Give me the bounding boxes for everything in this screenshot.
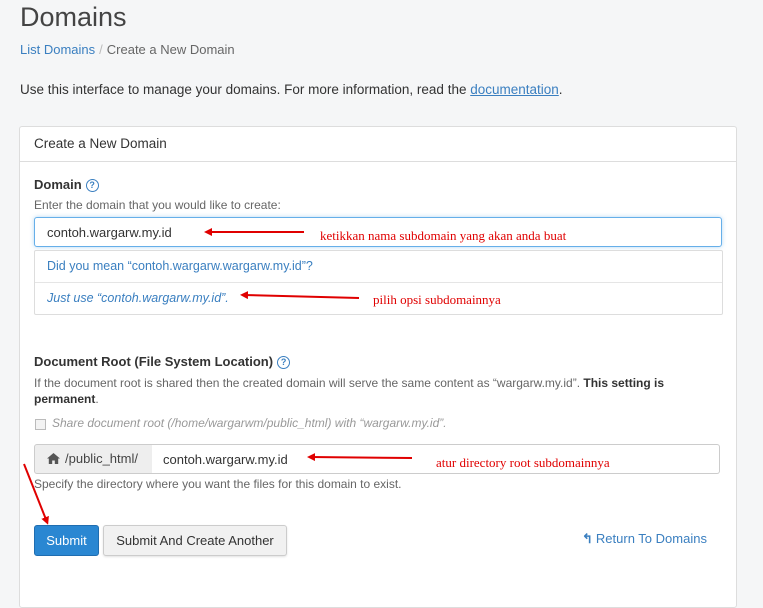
domain-label: Domain — [34, 177, 82, 192]
breadcrumb: List Domains / Create a New Domain — [20, 42, 235, 57]
docroot-prefix-text: /public_html/ — [65, 451, 138, 466]
page-title: Domains — [20, 2, 127, 32]
intro-end: . — [558, 82, 563, 97]
annotation-root-note: atur directory root subdomainnya — [436, 455, 610, 470]
breadcrumb-list-domains-link[interactable]: List Domains — [20, 42, 95, 57]
return-arrow-icon: ↰ — [582, 531, 593, 546]
return-label: Return To Domains — [595, 531, 707, 546]
help-icon[interactable]: ? — [277, 356, 291, 369]
docroot-label-row: Document Root (File System Location)? — [34, 354, 291, 369]
docroot-hint: If the document root is shared then the … — [34, 375, 704, 407]
share-docroot-checkbox[interactable] — [35, 419, 46, 430]
docroot-hint-end: . — [95, 392, 99, 406]
docroot-label: Document Root (File System Location) — [34, 354, 274, 369]
create-domain-panel: Create a New Domain Domain? Enter the do… — [19, 126, 737, 608]
suggestion-did-you-mean[interactable]: Did you mean “contoh.wargarw.wargarw.my.… — [35, 251, 722, 282]
docroot-hint-text: If the document root is shared then the … — [34, 376, 584, 390]
intro-text: Use this interface to manage your domain… — [20, 82, 563, 97]
submit-and-create-another-button[interactable]: Submit And Create Another — [103, 525, 287, 556]
intro-sentence: Use this interface to manage your domain… — [20, 82, 471, 97]
return-to-domains-link[interactable]: ↰ Return To Domains — [582, 531, 707, 547]
help-icon[interactable]: ? — [85, 179, 99, 192]
domain-label-row: Domain? — [34, 177, 99, 192]
submit-button[interactable]: Submit — [34, 525, 99, 556]
home-icon — [47, 445, 60, 473]
breadcrumb-separator: / — [99, 42, 103, 57]
annotation-option-note: pilih opsi subdomainnya — [373, 292, 501, 307]
docroot-prefix: /public_html/ — [34, 444, 154, 474]
documentation-link[interactable]: documentation — [470, 82, 559, 97]
annotation-domain-note: ketikkan nama subdomain yang akan anda b… — [320, 228, 567, 243]
panel-heading: Create a New Domain — [20, 127, 736, 162]
share-docroot-label: Share document root (/home/wargarwm/publ… — [52, 416, 447, 430]
docroot-help: Specify the directory where you want the… — [34, 477, 402, 491]
breadcrumb-current: Create a New Domain — [106, 42, 235, 57]
domain-hint: Enter the domain that you would like to … — [34, 198, 281, 212]
